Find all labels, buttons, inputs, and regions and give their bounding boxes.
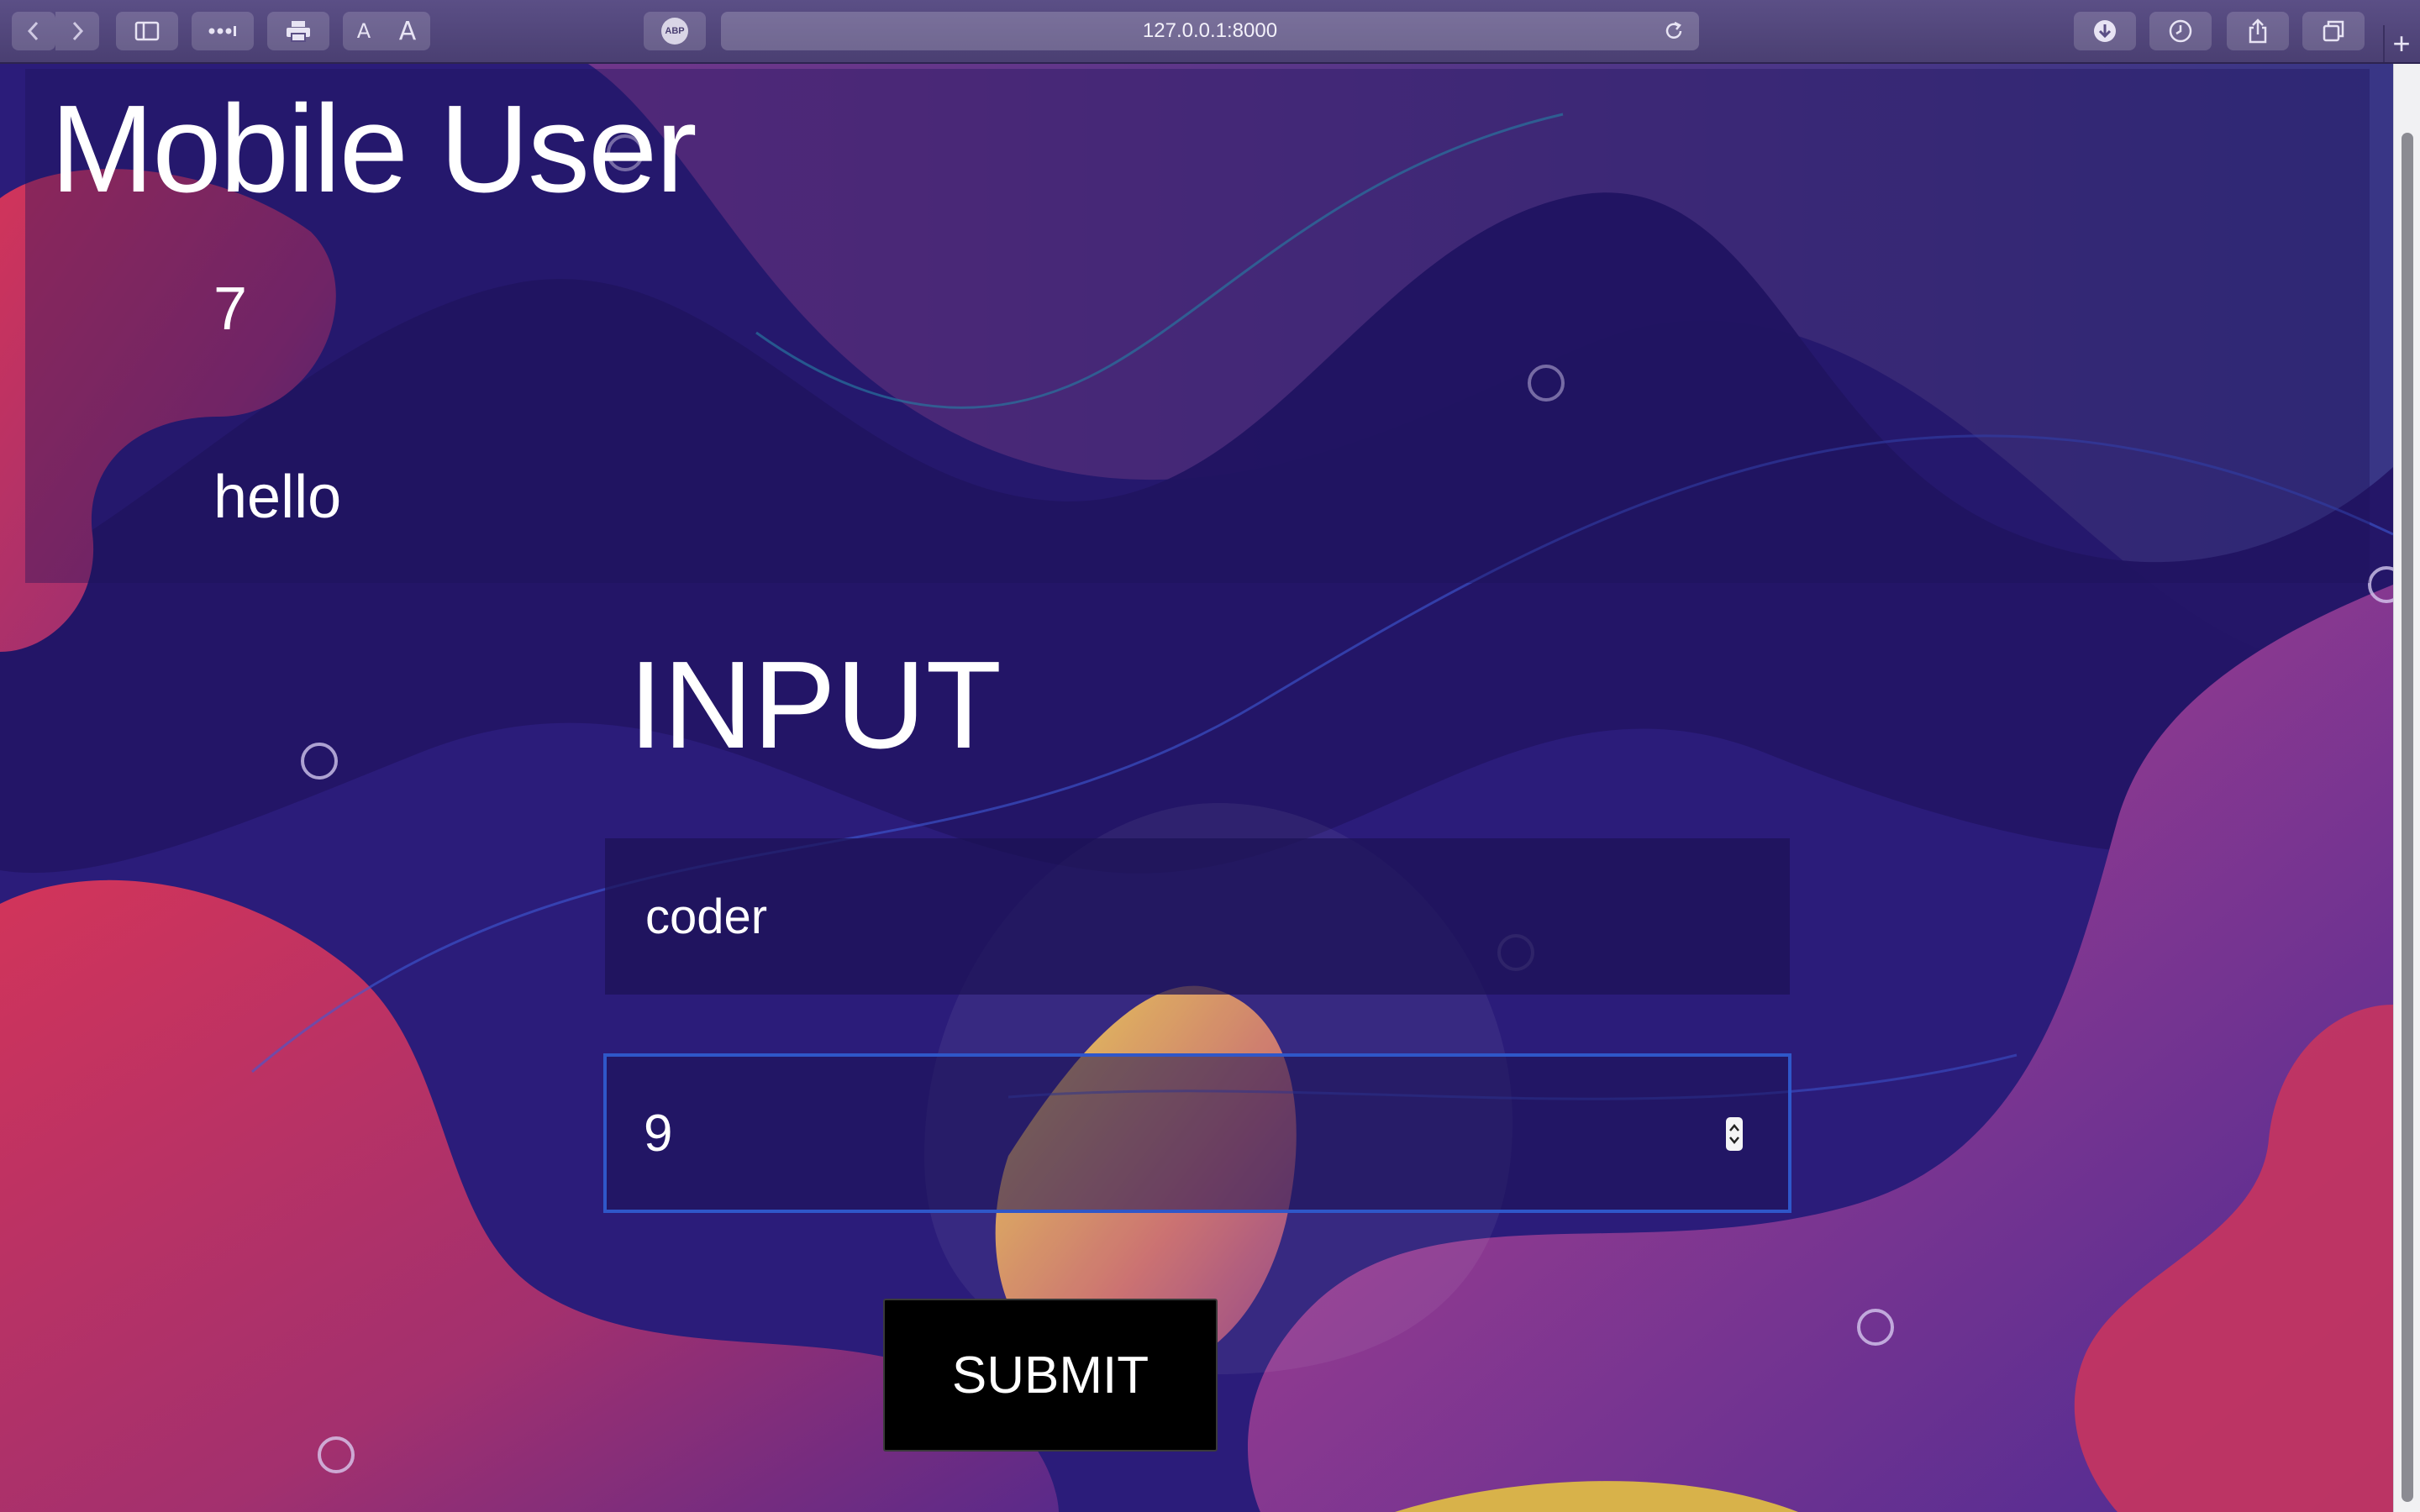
share-icon [2249,18,2267,44]
download-icon [2094,20,2116,42]
url-text: 127.0.0.1:8000 [1142,19,1278,42]
vertical-scrollbar[interactable] [2393,64,2420,1512]
number-input[interactable] [607,1057,1788,1210]
printer-icon [287,21,310,42]
chevron-right-icon [72,21,84,41]
adblock-button[interactable]: ABP [644,12,706,50]
new-tab-button[interactable]: + [2383,25,2418,62]
back-button[interactable] [12,12,55,50]
more-button[interactable] [192,12,254,50]
number-input-container [603,1053,1791,1213]
clock-icon [2169,19,2192,43]
share-button[interactable] [2227,12,2289,50]
stepper-arrows-icon [1729,1124,1739,1144]
tab-overview-icon [2323,20,2344,42]
sidebar-button[interactable] [116,12,178,50]
text-size-buttons: A A [343,12,430,50]
chevron-left-icon [27,21,39,41]
decor-ring [301,743,338,780]
form-title: INPUT [629,636,1002,774]
ellipsis-icon [208,26,236,36]
decor-ring [1857,1309,1894,1346]
forward-button[interactable] [55,12,99,50]
tab-overview-button[interactable] [2302,12,2365,50]
decor-ring [318,1436,355,1473]
sidebar-icon [134,21,160,41]
page-viewport: Mobile User 7 hello INPUT SUBMIT [0,64,2393,1512]
history-button[interactable] [2149,12,2212,50]
downloads-button[interactable] [2074,12,2136,50]
page-title: Mobile User [50,80,697,218]
message-text: hello [213,464,342,531]
browser-toolbar: A A ABP 127.0.0.1:8000 + [0,0,2420,64]
count-value: 7 [213,276,248,343]
reload-icon[interactable] [1662,19,1686,43]
submit-button[interactable]: SUBMIT [883,1299,1218,1452]
text-size-smaller-button[interactable]: A [357,19,371,43]
text-size-larger-button[interactable]: A [399,17,417,46]
scrollbar-thumb[interactable] [2402,133,2413,1502]
number-stepper[interactable] [1726,1117,1743,1151]
print-button[interactable] [267,12,329,50]
address-bar[interactable]: 127.0.0.1:8000 [721,12,1699,50]
name-input[interactable] [605,838,1790,995]
adblock-icon: ABP [661,18,688,45]
